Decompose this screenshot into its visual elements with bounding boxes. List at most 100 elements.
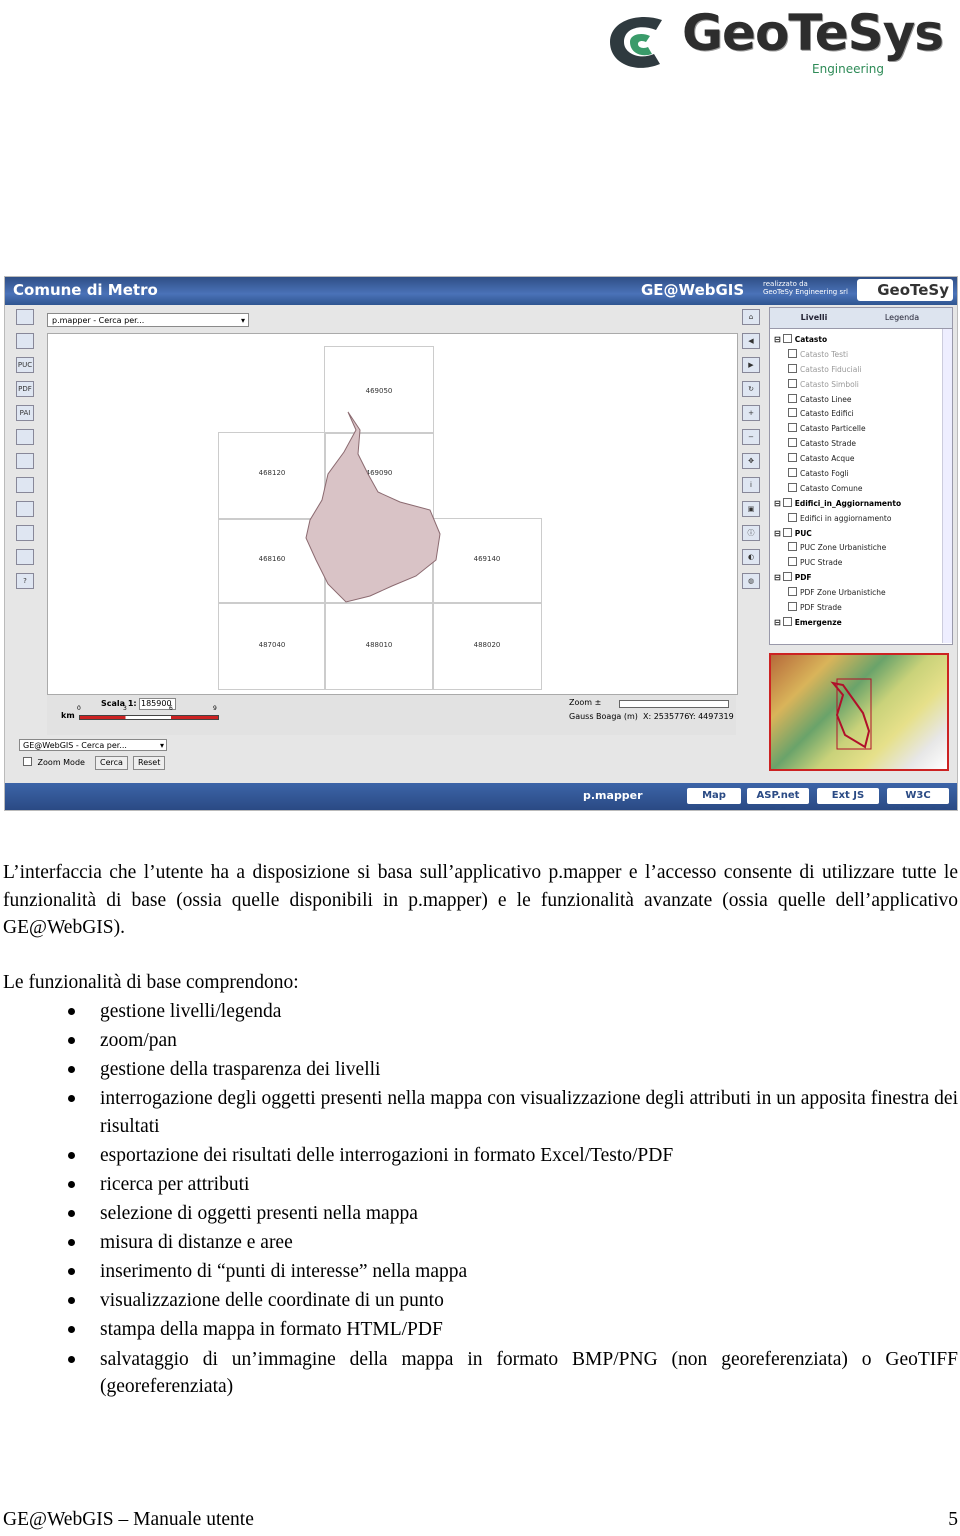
layer-label: Catasto Testi	[800, 349, 849, 359]
zoom-mode-checkbox[interactable]	[23, 757, 32, 766]
layer-item[interactable]: PUC Zone Urbanistiche	[770, 541, 952, 556]
layer-item[interactable]: Catasto Fogli	[770, 467, 952, 482]
print-icon[interactable]	[16, 525, 34, 541]
layer-item[interactable]: Catasto Simboli	[770, 378, 952, 393]
layer-scrollbar[interactable]	[942, 329, 952, 643]
reset-button[interactable]: Reset	[133, 756, 166, 770]
forward-arrow-icon[interactable]: ▶	[742, 357, 760, 373]
tab-legend[interactable]: Legenda	[858, 308, 946, 328]
footer-badge[interactable]: W3C XHTML 1.0	[887, 788, 949, 810]
transparency-icon[interactable]: ◐	[742, 549, 760, 565]
layer-checkbox[interactable]	[788, 423, 797, 433]
layer-checkbox[interactable]	[788, 587, 797, 597]
collapse-icon[interactable]: ⊟	[774, 618, 781, 627]
layer-checkbox[interactable]	[788, 602, 797, 612]
refresh-icon[interactable]: ↻	[742, 381, 760, 397]
footer-badge[interactable]: p.mapper	[583, 789, 643, 802]
layer-checkbox[interactable]	[788, 482, 797, 492]
help-icon[interactable]: ?	[16, 573, 34, 589]
layer-checkbox[interactable]	[782, 572, 792, 582]
layer-group[interactable]: ⊟ PUC	[770, 527, 952, 542]
download-icon[interactable]	[16, 549, 34, 565]
layer-item[interactable]: Catasto Edifici	[770, 407, 952, 422]
layer-checkbox[interactable]	[788, 363, 797, 373]
stack-icon[interactable]	[16, 429, 34, 445]
layer-label: Edifici_in_Aggiornamento	[794, 498, 902, 508]
credit-text: realizzato da GeoTeSy Engineering srl	[763, 280, 848, 296]
search-select[interactable]: p.mapper - Cerca per... ▾	[47, 313, 249, 327]
layer-checkbox[interactable]	[782, 616, 792, 626]
layer-label: Catasto Particelle	[800, 424, 866, 434]
layer-checkbox[interactable]	[788, 512, 797, 522]
layer-group[interactable]: ⊟ Catasto	[770, 333, 952, 348]
page-number: 5	[948, 1509, 958, 1530]
layer-item[interactable]: Catasto Comune	[770, 482, 952, 497]
map-view[interactable]: 469050 468120 469090 468160 469130 46914…	[47, 333, 738, 695]
tab-layers[interactable]: Livelli	[770, 308, 858, 328]
layer-checkbox[interactable]	[788, 542, 797, 552]
collapse-icon[interactable]: ⊟	[774, 529, 781, 538]
info-icon[interactable]: ⓘ	[742, 525, 760, 541]
zoom-mode-label: Zoom Mode	[37, 758, 85, 767]
layer-checkbox[interactable]	[782, 497, 792, 507]
footer-badge[interactable]: ASP.net 2.0	[747, 788, 809, 810]
layer-checkbox[interactable]	[788, 557, 797, 567]
zoom-in-icon[interactable]: +	[742, 405, 760, 421]
layer-checkbox[interactable]	[788, 468, 797, 478]
layers-grid-icon[interactable]	[16, 333, 34, 349]
feature-item: visualizzazione delle coordinate di un p…	[3, 1287, 958, 1315]
collapse-icon[interactable]: ⊟	[774, 335, 781, 344]
layer-label: PDF	[794, 573, 812, 583]
layer-group[interactable]: ⊟ Emergenze	[770, 616, 952, 631]
pdf-icon[interactable]: PDF	[16, 381, 34, 397]
layer-item[interactable]: Catasto Linee	[770, 393, 952, 408]
layer-checkbox[interactable]	[788, 348, 797, 358]
layer-checkbox[interactable]	[782, 527, 792, 537]
layer-checkbox[interactable]	[788, 453, 797, 463]
home-icon[interactable]: ⌂	[742, 309, 760, 325]
collapse-icon[interactable]: ⊟	[774, 573, 781, 582]
bottom-search-select[interactable]: GE@WebGIS - Cerca per... ▾	[19, 739, 167, 751]
zoom-slider[interactable]	[619, 700, 729, 708]
footer-badge[interactable]: Ext JS	[817, 788, 879, 804]
layer-item[interactable]: Catasto Fiduciali	[770, 363, 952, 378]
layer-item[interactable]: Catasto Strade	[770, 437, 952, 452]
globe-icon[interactable]: ◍	[742, 573, 760, 589]
layer-checkbox[interactable]	[788, 393, 797, 403]
pmapper-icon[interactable]	[16, 309, 34, 325]
back-arrow-icon[interactable]: ◀	[742, 333, 760, 349]
app-name: GE@WebGIS	[641, 281, 745, 299]
logo-text: GeoTeSys	[682, 4, 944, 62]
scale-tick: 0	[77, 705, 81, 712]
layer-group[interactable]: ⊟ Edifici_in_Aggiornamento	[770, 497, 952, 512]
layer-item[interactable]: PDF Zone Urbanistiche	[770, 586, 952, 601]
poi-icon[interactable]	[16, 477, 34, 493]
pai-icon[interactable]: PAI	[16, 405, 34, 421]
layer-label: PUC Zone Urbanistiche	[800, 543, 887, 553]
layer-checkbox[interactable]	[788, 438, 797, 448]
footer-badge[interactable]: Map Server	[687, 788, 741, 810]
gauss-label: Gauss Boaga (m)	[569, 712, 638, 721]
layer-item[interactable]: Catasto Acque	[770, 452, 952, 467]
layer-item[interactable]: Catasto Particelle	[770, 422, 952, 437]
layer-checkbox[interactable]	[782, 334, 792, 343]
overview-map[interactable]	[769, 653, 949, 771]
pan-icon[interactable]: ✥	[742, 453, 760, 469]
layer-item[interactable]: Edifici in aggiornamento	[770, 512, 952, 527]
layer-item[interactable]: PUC Strade	[770, 556, 952, 571]
select-icon[interactable]: ▣	[742, 501, 760, 517]
layer-checkbox[interactable]	[788, 408, 797, 418]
layer-item[interactable]: Catasto Testi	[770, 348, 952, 363]
ruler-icon[interactable]	[16, 453, 34, 469]
coordinates-icon[interactable]	[16, 501, 34, 517]
zoom-out-icon[interactable]: −	[742, 429, 760, 445]
coord-x: X: 2535776	[643, 712, 690, 721]
layer-item[interactable]: PDF Strade	[770, 601, 952, 616]
layer-group[interactable]: ⊟ PDF	[770, 571, 952, 586]
collapse-icon[interactable]: ⊟	[774, 499, 781, 508]
search-button[interactable]: Cerca	[95, 756, 128, 770]
identify-icon[interactable]: i	[742, 477, 760, 493]
right-toolbar: ⌂ ◀ ▶ ↻ + − ✥ i ▣ ⓘ ◐ ◍	[739, 309, 763, 609]
layer-checkbox[interactable]	[788, 378, 797, 388]
puc-icon[interactable]: PUC	[16, 357, 34, 373]
